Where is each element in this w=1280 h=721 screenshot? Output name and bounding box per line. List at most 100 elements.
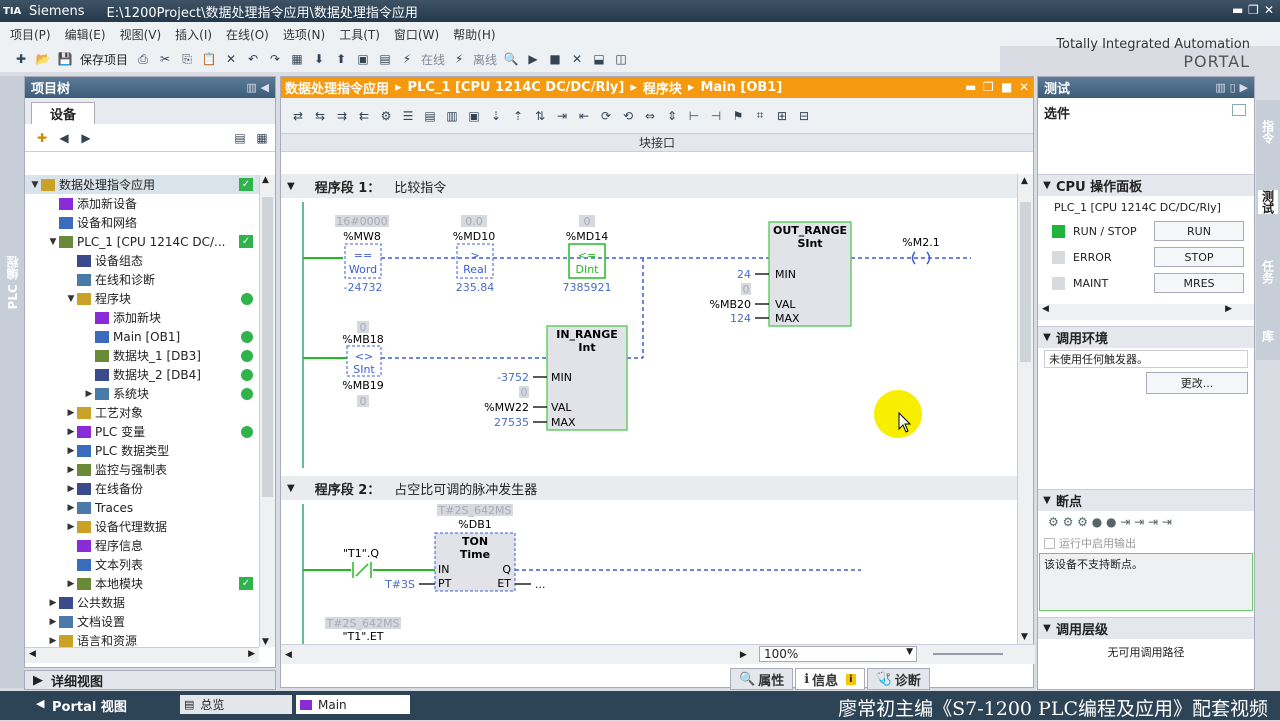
undo-icon[interactable]: ↶ xyxy=(244,50,262,68)
tree-item[interactable]: ▶ 监控与强制表 xyxy=(25,460,259,479)
expand-toggle-icon[interactable]: ▶ xyxy=(65,522,77,532)
nc-contact-symbol[interactable] xyxy=(352,562,372,578)
editor-float-icon[interactable]: ❐ xyxy=(983,80,994,94)
expand-toggle-icon[interactable]: ▶ xyxy=(65,484,77,494)
editor-tool-icon[interactable]: ☰ xyxy=(399,107,417,125)
c2-operand[interactable]: %MD10 xyxy=(453,230,495,243)
in-range-max-value[interactable]: 27535 xyxy=(494,416,529,429)
network-1-comment[interactable]: 比较指令 xyxy=(394,177,446,196)
network-2-comment[interactable]: 占空比可调的脉冲发生器 xyxy=(394,479,537,498)
tree-horizontal-scrollbar[interactable]: ◀ ▶ xyxy=(25,647,259,663)
editor-tool-icon[interactable]: ⚑ xyxy=(729,107,747,125)
tree-item[interactable]: ▼ PLC_1 [CPU 1214C DC/... ✓ xyxy=(25,232,259,251)
editor-tool-icon[interactable]: ⊣ xyxy=(707,107,725,125)
paste-icon[interactable]: 📋 xyxy=(200,50,218,68)
cpu-mode-button[interactable]: MRES xyxy=(1154,273,1244,293)
add-folder-icon[interactable]: ✚ xyxy=(33,129,51,147)
tree-item[interactable]: ▶ Traces xyxy=(25,498,259,517)
n2-compare-operand[interactable]: "T1".ET xyxy=(342,630,383,643)
start-cpu-icon[interactable]: ▶ xyxy=(524,50,542,68)
expand-toggle-icon[interactable]: ▶ xyxy=(83,389,95,399)
in-range-min-value[interactable]: -3752 xyxy=(497,371,529,384)
cpu-mode-button[interactable]: RUN xyxy=(1154,221,1244,241)
tab-diagnostics[interactable]: 🩺 诊断 xyxy=(866,668,930,690)
tree-item[interactable]: ▶ 系统块 xyxy=(25,384,259,403)
menu-view[interactable]: 视图(V) xyxy=(120,26,162,43)
expand-toggle-icon[interactable]: ▶ xyxy=(47,598,59,608)
menu-edit[interactable]: 编辑(E) xyxy=(65,26,106,43)
open-project-icon[interactable]: 📂 xyxy=(34,50,52,68)
editor-tool-icon[interactable]: ⚙ xyxy=(377,107,395,125)
minimize-icon[interactable]: ▬ xyxy=(1232,3,1243,17)
scroll-left-icon[interactable]: ◀ xyxy=(29,649,36,659)
expand-toggle-icon[interactable]: ▼ xyxy=(29,180,41,190)
breadcrumb-main[interactable]: Main [OB1] xyxy=(700,80,782,95)
delete-icon[interactable]: ✕ xyxy=(222,50,240,68)
tree-item[interactable]: 文本列表 xyxy=(25,555,259,574)
ton-instance-db[interactable]: %DB1 xyxy=(458,518,491,531)
tree-item[interactable]: 设备和网络 xyxy=(25,213,259,232)
save-icon[interactable]: 💾 xyxy=(56,50,74,68)
scroll-left-icon[interactable]: ◀ xyxy=(1042,304,1049,314)
download-icon[interactable]: ⬇ xyxy=(310,50,328,68)
debug-env-header[interactable]: ▼ 调用环境 xyxy=(1038,326,1254,348)
print-icon[interactable]: ⎙ xyxy=(134,50,152,68)
tab-libraries[interactable]: 库 xyxy=(1258,330,1278,342)
tree-item[interactable]: ▶ PLC 变量 xyxy=(25,422,259,441)
editor-tool-icon[interactable]: ⇣ xyxy=(487,107,505,125)
split-horizontal-icon[interactable]: ⬓ xyxy=(590,50,608,68)
scroll-thumb[interactable] xyxy=(262,197,273,497)
cpu-mode-button[interactable]: STOP xyxy=(1154,247,1244,267)
plc-programming-tab[interactable]: PLC 编程 xyxy=(4,256,21,309)
out-range-val-operand[interactable]: %MB20 xyxy=(710,298,752,311)
scroll-right-icon[interactable]: ▶ xyxy=(248,649,255,659)
forward-icon[interactable]: ▶ xyxy=(77,129,95,147)
menu-help[interactable]: 帮助(H) xyxy=(453,26,495,43)
tree-item[interactable]: 程序信息 xyxy=(25,536,259,555)
tree-item[interactable]: ▶ 公共数据 xyxy=(25,593,259,612)
breakpoints-header[interactable]: ▼ 断点 xyxy=(1038,489,1254,511)
editor-tool-icon[interactable]: ⇉ xyxy=(333,107,351,125)
collapse-icon[interactable]: ▼ xyxy=(287,181,295,192)
tree-item[interactable]: ▶ 本地模块 ✓ xyxy=(25,574,259,593)
collapse-icon[interactable]: ▼ xyxy=(287,483,295,494)
tree-item[interactable]: 在线和诊断 xyxy=(25,270,259,289)
devices-tab[interactable]: 设备 xyxy=(31,102,95,124)
menu-window[interactable]: 窗口(W) xyxy=(394,26,439,43)
editor-tool-icon[interactable]: ⇅ xyxy=(531,107,549,125)
out-range-min-value[interactable]: 24 xyxy=(737,268,751,281)
tree-item[interactable]: 数据块_2 [DB4] xyxy=(25,365,259,384)
contact-operand[interactable]: "T1".Q xyxy=(343,547,379,560)
call-level-header[interactable]: ▼ 调用层级 xyxy=(1038,617,1254,639)
editor-tool-icon[interactable]: ▤ xyxy=(421,107,439,125)
expand-toggle-icon[interactable]: ▶ xyxy=(47,636,59,646)
restore-icon[interactable]: ❐ xyxy=(1248,3,1259,17)
scroll-right-icon[interactable]: ▶ xyxy=(1225,304,1232,314)
scroll-left-icon[interactable]: ◀ xyxy=(285,650,292,660)
editor-tool-icon[interactable]: ⟲ xyxy=(619,107,637,125)
tree-vertical-scrollbar[interactable]: ▲ ▼ xyxy=(259,175,275,647)
editor-close-icon[interactable]: ✕ xyxy=(1019,80,1029,94)
upload-icon[interactable]: ⬆ xyxy=(332,50,350,68)
scroll-thumb[interactable] xyxy=(1020,202,1031,362)
tree-item[interactable]: ▼ 程序块 xyxy=(25,289,259,308)
expand-toggle-icon[interactable]: ▼ xyxy=(65,294,77,304)
tree-item[interactable]: ▶ 在线备份 xyxy=(25,479,259,498)
tree-item[interactable]: ▶ 文档设置 xyxy=(25,612,259,631)
cross-reference-icon[interactable]: ✕ xyxy=(568,50,586,68)
editor-tool-icon[interactable]: ⇇ xyxy=(355,107,373,125)
close-icon[interactable]: ✕ xyxy=(1264,3,1274,17)
zoom-select[interactable]: 100% ▼ xyxy=(759,646,917,662)
editor-tool-icon[interactable]: ⊢ xyxy=(685,107,703,125)
tab-tasks[interactable]: 任务 xyxy=(1258,260,1278,284)
menu-online[interactable]: 在线(O) xyxy=(226,26,269,43)
tab-instructions[interactable]: 指令 xyxy=(1258,120,1278,144)
menu-project[interactable]: 项目(P) xyxy=(10,26,51,43)
breakpoint-tool-icons[interactable]: ⚙ ⚙ ⚙ ● ● ⇥ ⇥ ⇥ ⇥ xyxy=(1048,515,1172,529)
editor-tool-icon[interactable]: ⟳ xyxy=(597,107,615,125)
tree-item[interactable]: ▶ PLC 数据类型 xyxy=(25,441,259,460)
tree-item[interactable]: 数据块_1 [DB3] xyxy=(25,346,259,365)
task-overview[interactable]: ▤ 总览 xyxy=(180,695,292,714)
tree-item[interactable]: 设备组态 xyxy=(25,251,259,270)
redo-icon[interactable]: ↷ xyxy=(266,50,284,68)
